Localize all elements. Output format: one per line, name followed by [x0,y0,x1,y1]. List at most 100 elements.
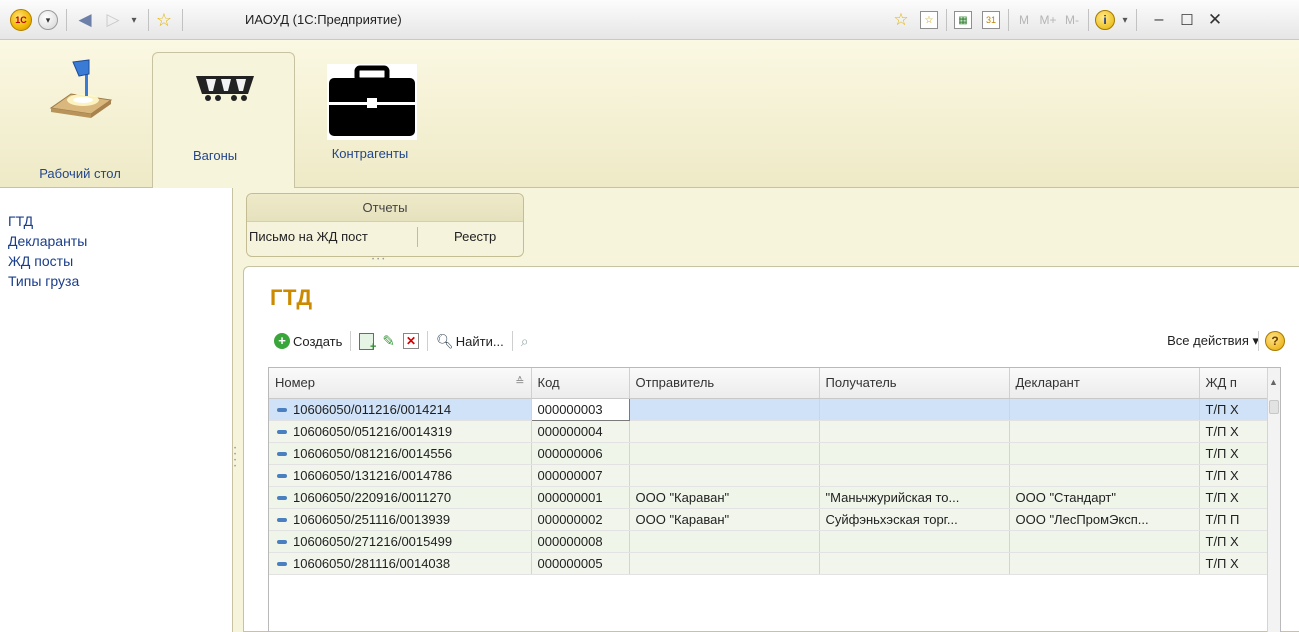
railcar-icon [196,76,254,101]
reports-panel: Отчеты Письмо на ЖД пост Реестр [246,193,524,257]
column-header-code[interactable]: Код [531,368,630,399]
find-button[interactable]: 🔍︎ Найти... [432,329,508,353]
cell-number: 10606050/011216/0014214 [269,398,532,421]
favorites-star-icon[interactable]: ☆ [152,9,176,31]
report-link-registry[interactable]: Реестр [454,229,496,244]
cell-sender: ООО "Караван" [629,508,820,531]
cell-number-text: 10606050/131216/0014786 [293,467,453,483]
cancel-search-button[interactable]: ⌕ [517,329,533,353]
table-row[interactable]: 10606050/281116/0014038 000000005 Т/П Х [269,552,1270,575]
column-header-recipient[interactable]: Получатель [819,368,1010,399]
copy-button[interactable] [355,329,378,353]
delete-button[interactable]: ✕ [399,329,423,353]
cell-rail-post: Т/П П [1199,508,1270,531]
cell-code: 000000001 [531,486,630,509]
forward-arrow-icon[interactable]: ▷ [102,9,124,31]
column-header-rail-post[interactable]: ЖД п [1199,368,1270,399]
cell-declarant [1009,464,1200,487]
cell-recipient: Суйфэньхэская торг... [819,508,1010,531]
cell-rail-post: Т/П Х [1199,530,1270,553]
cell-rail-post: Т/П Х [1199,486,1270,509]
all-actions-menu[interactable]: Все действия ▾ [1167,329,1259,353]
info-icon: i [1095,10,1115,30]
splitter-grip[interactable]: • • • • [232,446,238,470]
cell-rail-post: Т/П Х [1199,398,1270,421]
maximize-icon[interactable]: ☐ [1176,9,1198,31]
nav-item-rail-posts[interactable]: ЖД посты [8,252,73,270]
favorites-list-icon[interactable]: ☆ [918,9,940,31]
section-counterparties-label: Контрагенты [331,146,409,161]
row-marker-icon [277,518,287,523]
scroll-thumb[interactable] [1269,400,1279,414]
row-marker-icon [277,562,287,567]
column-header-declarant[interactable]: Декларант [1009,368,1200,399]
copy-icon [359,332,376,353]
table-row[interactable]: 10606050/271216/0015499 000000008 Т/П Х [269,530,1270,553]
gtd-list-form: ГТД + Создать ✎ ✕ 🔍︎ Найти... ⌕ Все дейс… [243,266,1299,632]
cell-declarant [1009,420,1200,443]
cell-recipient: "Маньчжурийская то... [819,486,1010,509]
cell-code: 000000007 [531,464,630,487]
app-logo-icon[interactable]: 1С [10,9,32,31]
scroll-up-icon[interactable]: ▲ [1269,377,1278,387]
cell-code: 000000002 [531,508,630,531]
table-row[interactable]: 10606050/251116/0013939 000000002 ООО "К… [269,508,1270,531]
info-button[interactable]: i [1094,9,1116,31]
cell-declarant [1009,552,1200,575]
memory-m-button[interactable]: M [1014,9,1034,31]
cell-number: 10606050/220916/0011270 [269,486,532,509]
edit-button[interactable]: ✎ [378,329,399,353]
section-railcars[interactable]: Вагоны [175,72,275,182]
calendar-icon[interactable]: 31 [980,9,1002,31]
nav-item-cargo-types[interactable]: Типы груза [8,272,79,290]
minimize-icon[interactable]: – [1148,9,1170,31]
main-menu-button[interactable]: ▾ [38,10,58,30]
section-desktop-label: Рабочий стол [39,166,121,181]
create-button[interactable]: + Создать [270,329,346,353]
separator [1008,9,1009,31]
help-button[interactable]: ? [1265,331,1285,351]
cell-code: 000000005 [531,552,630,575]
vertical-scrollbar[interactable]: ▲ [1267,368,1280,632]
separator [417,227,418,247]
cell-recipient [819,442,1010,465]
column-header-sender[interactable]: Отправитель [629,368,820,399]
separator [511,331,513,351]
separator [426,331,428,351]
report-link-rail-letter[interactable]: Письмо на ЖД пост [249,229,368,244]
memory-minus-label: M- [1065,13,1079,27]
panel-resize-grip[interactable]: ••• [372,257,387,263]
title-bar: 1С ▾ ◀ ▷ ▾ ☆ ИАОУД (1С:Предприятие) ☆ ☆ … [0,0,1299,40]
memory-plus-button[interactable]: M+ [1036,9,1060,31]
separator [1258,331,1259,351]
calculator-icon[interactable]: ▦ [952,9,974,31]
row-marker-icon [277,474,287,479]
back-arrow-icon[interactable]: ◀ [74,9,96,31]
nav-item-declarants[interactable]: Декларанты [8,232,87,250]
table-row[interactable]: 10606050/131216/0014786 000000007 Т/П Х [269,464,1270,487]
table-row[interactable]: 10606050/011216/0014214 000000003 Т/П Х [269,397,1270,421]
memory-plus-label: M+ [1039,13,1057,27]
desk-lamp-icon [49,59,113,118]
section-desktop[interactable]: Рабочий стол [30,58,130,181]
row-marker-icon [277,408,287,413]
table-row[interactable]: 10606050/081216/0014556 000000006 Т/П Х [269,442,1270,465]
cell-number: 10606050/251116/0013939 [269,508,532,531]
table-row[interactable]: 10606050/220916/0011270 000000001 ООО "К… [269,486,1270,509]
column-header-number[interactable]: Номер ≙ [269,368,532,399]
close-icon[interactable]: ✕ [1204,9,1226,31]
table-row[interactable]: 10606050/051216/0014319 000000004 Т/П Х [269,420,1270,443]
find-label: Найти... [455,333,504,349]
info-dropdown-icon[interactable]: ▾ [1118,9,1132,31]
form-title: ГТД [270,285,313,310]
history-dropdown-icon[interactable]: ▾ [126,9,142,31]
separator [66,9,67,31]
add-favorite-icon[interactable]: ☆ [890,9,912,31]
cell-number: 10606050/271216/0015499 [269,530,532,553]
nav-item-gtd[interactable]: ГТД [8,212,33,230]
memory-minus-button[interactable]: M- [1062,9,1082,31]
section-counterparties[interactable]: Контрагенты [315,64,425,174]
cell-code: 000000003 [530,397,630,421]
cell-recipient [819,530,1010,553]
gtd-table: Номер ≙ Код Отправитель Получатель Деклар… [268,367,1281,632]
